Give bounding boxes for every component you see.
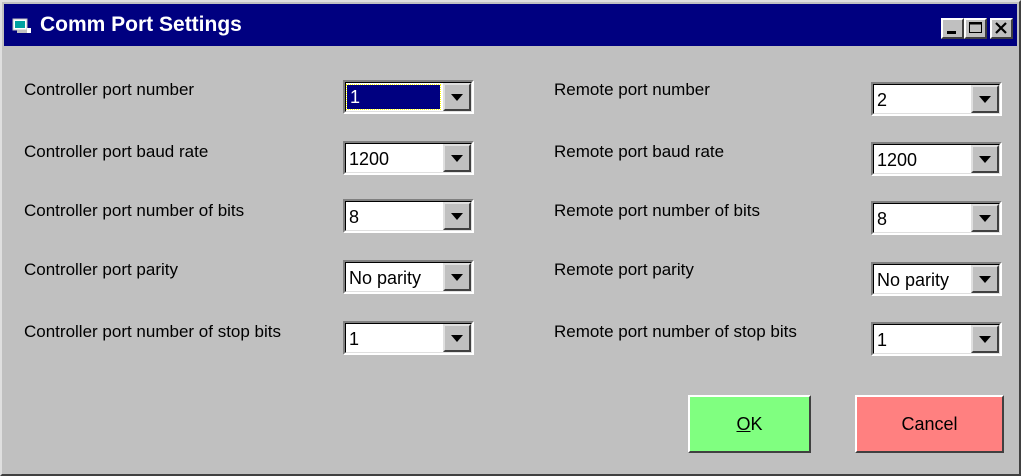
controller-baud-rate-value: 1200 [349, 149, 390, 169]
controller-port-number-value: 1 [346, 84, 441, 110]
controller-bits-label: Controller port number of bits [24, 201, 245, 220]
controller-port-number-dropdown-button[interactable] [443, 83, 471, 111]
chevron-down-icon [451, 155, 463, 162]
remote-bits-dropdown-button[interactable] [971, 204, 999, 232]
maximize-icon [969, 22, 982, 33]
remote-baud-rate-label: Remote port baud rate [554, 142, 725, 161]
chevron-down-icon [979, 96, 991, 103]
controller-stop-bits-label: Controller port number of stop bits [24, 322, 282, 341]
ok-mnemonic: O [736, 414, 751, 434]
chevron-down-icon [979, 276, 991, 283]
ok-button[interactable]: OK [688, 395, 811, 453]
remote-port-number-label: Remote port number [554, 80, 710, 99]
controller-baud-rate-dropdown-button[interactable] [443, 144, 471, 172]
chevron-down-icon [979, 215, 991, 222]
chevron-down-icon [979, 156, 991, 163]
remote-stop-bits-label: Remote port number of stop bits [554, 322, 797, 341]
remote-parity-select[interactable]: No parity [871, 262, 1002, 296]
maximize-button[interactable] [964, 18, 987, 39]
remote-stop-bits-dropdown-button[interactable] [971, 325, 999, 353]
controller-bits-value: 8 [349, 207, 360, 227]
controller-baud-rate-select[interactable]: 1200 [343, 141, 474, 175]
chevron-down-icon [451, 213, 463, 220]
controller-bits-select[interactable]: 8 [343, 199, 474, 233]
controller-port-number-select[interactable]: 1 [343, 80, 474, 114]
remote-bits-value: 8 [877, 209, 888, 229]
remote-port-number-value: 2 [877, 90, 888, 110]
remote-stop-bits-select[interactable]: 1 [871, 322, 1002, 356]
close-button[interactable] [990, 18, 1013, 39]
controller-stop-bits-value: 1 [349, 329, 360, 349]
remote-stop-bits-value: 1 [877, 330, 888, 350]
controller-parity-value: No parity [349, 268, 422, 288]
controller-stop-bits-dropdown-button[interactable] [443, 324, 471, 352]
app-icon [12, 18, 31, 33]
remote-parity-value: No parity [877, 270, 950, 290]
controller-port-number-label: Controller port number [24, 80, 195, 99]
remote-parity-dropdown-button[interactable] [971, 265, 999, 293]
remote-baud-rate-dropdown-button[interactable] [971, 145, 999, 173]
chevron-down-icon [451, 94, 463, 101]
ok-label-rest: K [750, 414, 763, 434]
chevron-down-icon [451, 274, 463, 281]
minimize-button[interactable] [941, 18, 964, 39]
window-title: Comm Port Settings [40, 13, 242, 36]
controller-baud-rate-label: Controller port baud rate [24, 142, 209, 161]
title-bar[interactable]: Comm Port Settings [4, 4, 1017, 46]
remote-parity-label: Remote port parity [554, 260, 694, 279]
controller-parity-label: Controller port parity [24, 260, 179, 279]
chevron-down-icon [451, 335, 463, 342]
close-icon [995, 22, 1007, 34]
minimize-icon [947, 31, 956, 34]
remote-baud-rate-select[interactable]: 1200 [871, 142, 1002, 176]
remote-port-number-select[interactable]: 2 [871, 82, 1002, 116]
cancel-button[interactable]: Cancel [855, 395, 1004, 453]
chevron-down-icon [979, 336, 991, 343]
remote-bits-select[interactable]: 8 [871, 201, 1002, 235]
controller-stop-bits-select[interactable]: 1 [343, 321, 474, 355]
comm-port-settings-window: Comm Port Settings Controller port numbe… [0, 0, 1021, 476]
remote-baud-rate-value: 1200 [877, 150, 918, 170]
remote-port-number-dropdown-button[interactable] [971, 85, 999, 113]
controller-parity-select[interactable]: No parity [343, 260, 474, 294]
remote-bits-label: Remote port number of bits [554, 201, 760, 220]
controller-bits-dropdown-button[interactable] [443, 202, 471, 230]
controller-parity-dropdown-button[interactable] [443, 263, 471, 291]
